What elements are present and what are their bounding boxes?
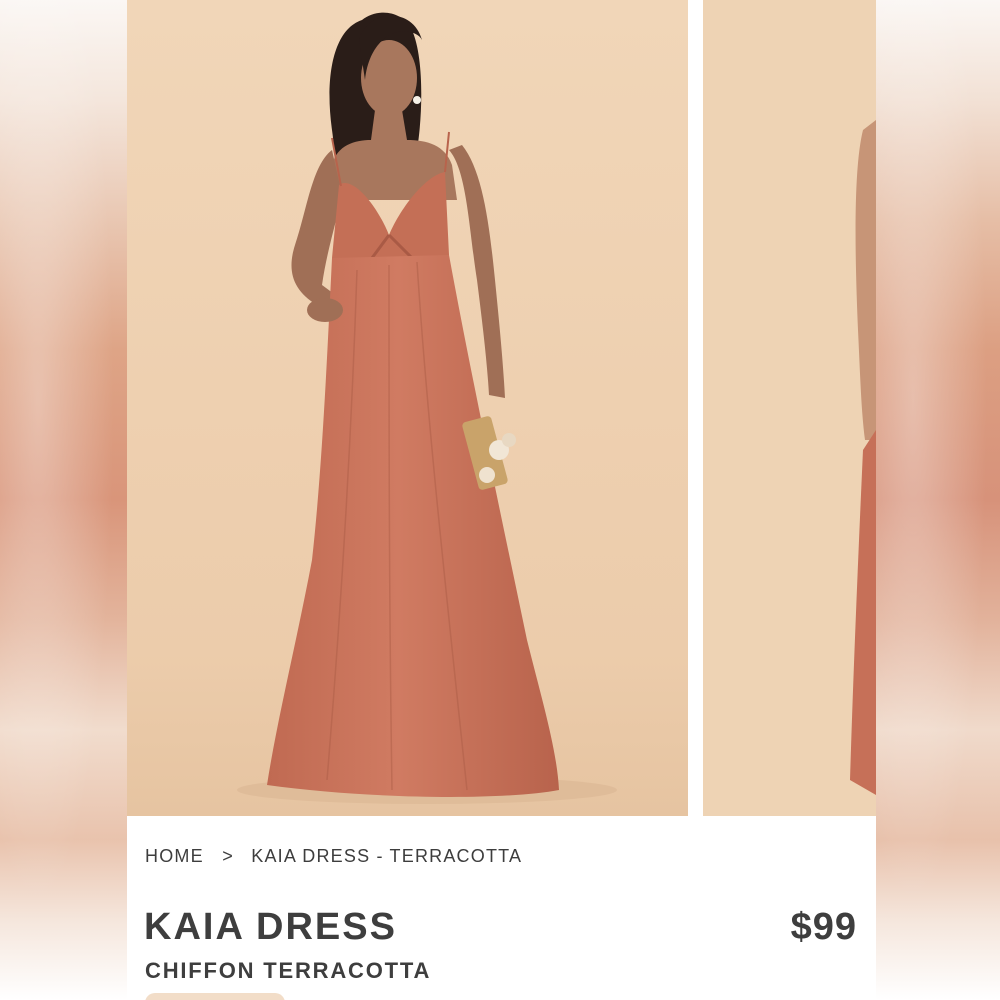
product-price: $99: [790, 906, 857, 948]
gallery-image-next[interactable]: [703, 0, 876, 816]
breadcrumb-separator: >: [222, 846, 233, 866]
product-variant: CHIFFON TERRACOTTA: [145, 958, 432, 983]
breadcrumb-current: KAIA DRESS - TERRACOTTA: [251, 846, 523, 866]
blurred-backdrop-right: [876, 0, 1000, 1000]
model-in-dress-front-icon: [127, 0, 688, 816]
product-image-gallery[interactable]: [127, 0, 876, 816]
gallery-image-main[interactable]: [127, 0, 688, 816]
breadcrumb-home-link[interactable]: HOME: [145, 846, 204, 867]
status-badge: [145, 993, 285, 1000]
model-in-dress-side-icon: [703, 0, 876, 816]
blurred-backdrop-left: [0, 0, 127, 1000]
product-page: HOME > KAIA DRESS - TERRACOTTA KAIA DRES…: [127, 0, 876, 1000]
product-title: KAIA DRESS: [144, 906, 397, 948]
breadcrumb: HOME > KAIA DRESS - TERRACOTTA: [145, 846, 745, 870]
